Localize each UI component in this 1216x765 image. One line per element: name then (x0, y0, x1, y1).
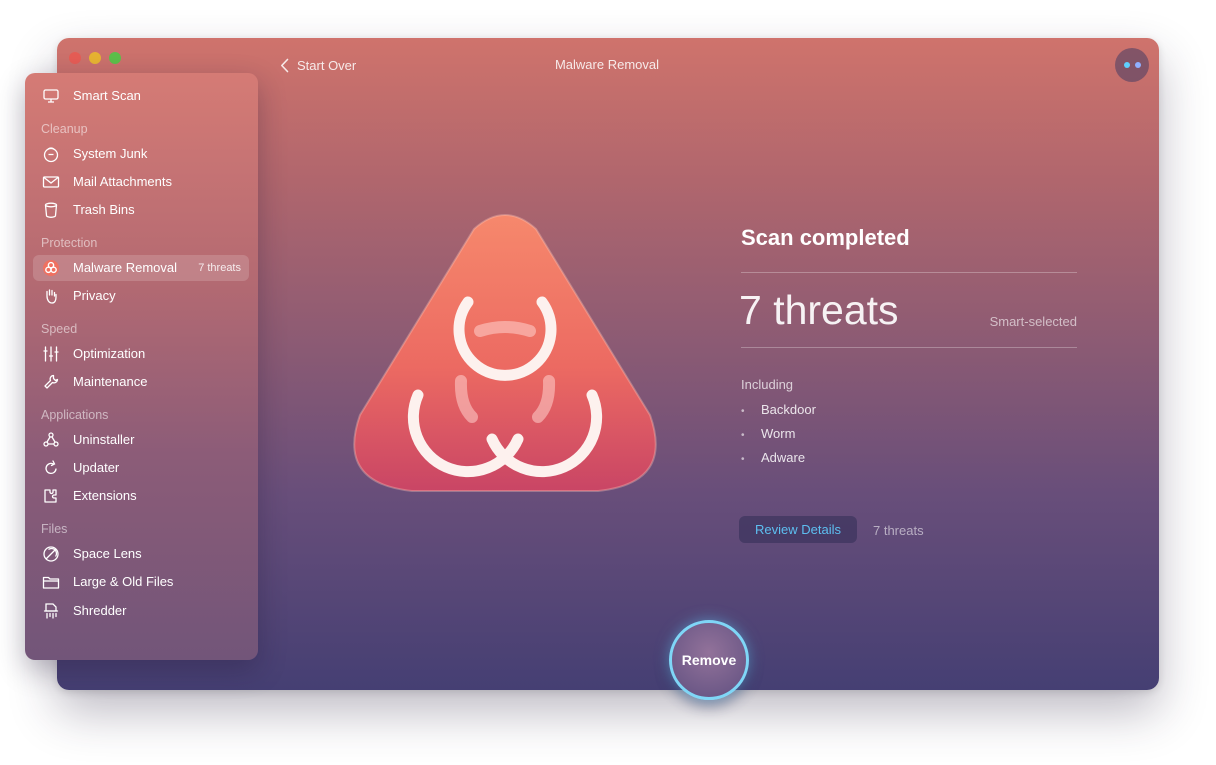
sidebar: Smart Scan Cleanup System Junk Mail Atta… (25, 73, 258, 660)
updater-icon (42, 459, 60, 477)
sidebar-item-label: Space Lens (73, 546, 142, 561)
section-header-applications: Applications (41, 408, 109, 422)
section-header-speed: Speed (41, 322, 78, 336)
sidebar-item-label: Shredder (73, 603, 127, 618)
junk-icon (42, 145, 60, 163)
section-header-protection: Protection (41, 236, 98, 250)
section-header-cleanup: Cleanup (41, 122, 88, 136)
sidebar-item-malware-removal[interactable]: Malware Removal 7 threats (33, 255, 249, 281)
sidebar-item-label: Privacy (73, 288, 116, 303)
sidebar-item-label: Malware Removal (73, 260, 178, 275)
trash-icon (42, 201, 60, 219)
threat-list-item: • Backdoor (741, 402, 816, 417)
sidebar-item-label: Trash Bins (73, 202, 135, 217)
close-window-button[interactable] (69, 52, 81, 64)
sidebar-item-uninstaller[interactable]: Uninstaller (33, 427, 249, 453)
sidebar-item-label: Optimization (73, 346, 146, 361)
threats-count: 7 threats (739, 287, 899, 333)
threat-name: Backdoor (761, 402, 816, 417)
sidebar-item-updater[interactable]: Updater (33, 455, 249, 481)
threat-list-item: • Adware (741, 450, 805, 465)
uninstaller-icon (42, 431, 60, 449)
sidebar-item-label: Mail Attachments (73, 174, 172, 189)
bullet: • (741, 430, 745, 441)
sidebar-item-label: Updater (73, 460, 120, 475)
sidebar-item-label: System Junk (73, 146, 148, 161)
monitor-icon (42, 87, 60, 105)
sidebar-item-label: Extensions (73, 488, 137, 503)
remove-button-label: Remove (681, 652, 737, 668)
sidebar-item-trash-bins[interactable]: Trash Bins (33, 197, 249, 223)
hand-icon (42, 287, 60, 305)
folder-icon (42, 573, 60, 591)
threat-name: Adware (761, 450, 806, 465)
bullet: • (741, 406, 745, 417)
malware-warning-illustration (353, 214, 657, 492)
sidebar-item-extensions[interactable]: Extensions (33, 483, 249, 509)
scan-result-panel: Scan completed 7 threats Smart-selected … (739, 225, 1077, 465)
sidebar-item-label: Smart Scan (73, 88, 141, 103)
sidebar-item-large-old-files[interactable]: Large & Old Files (33, 569, 249, 595)
sliders-icon (42, 345, 60, 363)
window-title: Malware Removal (554, 57, 660, 72)
sidebar-item-shredder[interactable]: Shredder (33, 598, 249, 624)
threat-name: Worm (761, 426, 796, 441)
start-over-label: Start Over (297, 57, 357, 73)
sidebar-item-privacy[interactable]: Privacy (33, 283, 249, 309)
chevron-left-icon (281, 58, 289, 72)
divider (741, 272, 1077, 273)
section-header-files: Files (41, 522, 68, 536)
start-over-button[interactable]: Start Over (280, 55, 356, 75)
assistant-dot (1134, 62, 1141, 68)
assistant-dot (1123, 62, 1130, 68)
sidebar-item-system-junk[interactable]: System Junk (33, 141, 249, 167)
including-label: Including (741, 377, 794, 392)
sidebar-item-optimization[interactable]: Optimization (33, 341, 249, 367)
minimize-window-button[interactable] (89, 52, 101, 64)
review-details-button[interactable]: Review Details (739, 516, 857, 543)
lens-icon (42, 545, 60, 563)
threat-count-badge: 7 threats (198, 262, 241, 274)
remove-button[interactable]: Remove (669, 620, 749, 700)
sidebar-item-smart-scan[interactable]: Smart Scan (33, 83, 249, 109)
mail-icon (42, 173, 60, 191)
sidebar-item-space-lens[interactable]: Space Lens (33, 541, 249, 567)
sidebar-item-label: Uninstaller (73, 432, 135, 447)
scan-result-title: Scan completed (741, 225, 910, 250)
bullet: • (741, 454, 745, 465)
sidebar-item-maintenance[interactable]: Maintenance (33, 369, 249, 395)
biohazard-icon (42, 259, 60, 277)
threat-list-item: • Worm (741, 426, 795, 441)
review-threat-count: 7 threats (873, 523, 924, 538)
assistant-button[interactable] (1115, 48, 1149, 82)
extensions-icon (42, 487, 60, 505)
shredder-icon (42, 602, 60, 620)
zoom-window-button[interactable] (109, 52, 121, 64)
wrench-icon (42, 373, 60, 391)
sidebar-item-mail-attachments[interactable]: Mail Attachments (33, 169, 249, 195)
sidebar-item-label: Maintenance (73, 374, 148, 389)
smart-selected-label: Smart-selected (989, 314, 1077, 329)
divider (741, 347, 1077, 348)
sidebar-item-label: Large & Old Files (73, 574, 174, 589)
